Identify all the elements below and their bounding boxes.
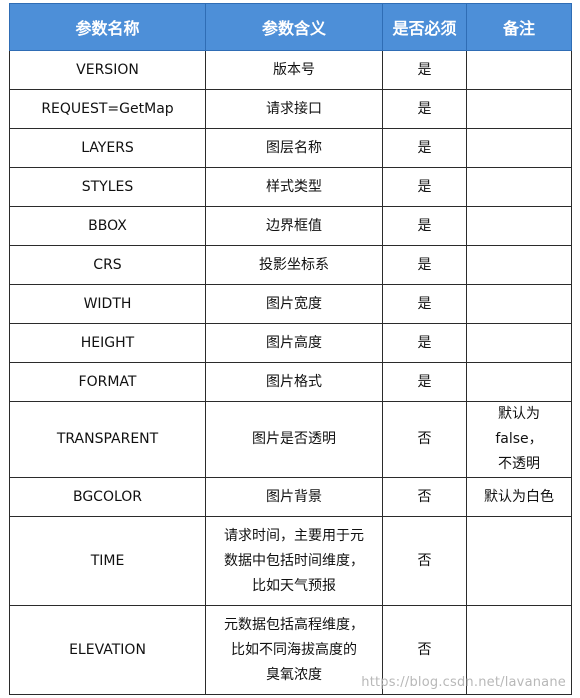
param-required-cell: 是 — [382, 50, 467, 90]
table-row: LAYERS 图层名称 是 — [9, 128, 572, 168]
table-row: TRANSPARENT 图片是否透明 否 默认为 false， 不透明 — [9, 401, 572, 478]
param-required-cell: 是 — [382, 323, 467, 363]
param-name-cell: HEIGHT — [9, 323, 206, 363]
param-meaning-cell: 请求接口 — [205, 89, 383, 129]
param-meaning-cell: 边界框值 — [205, 206, 383, 246]
header-param-name: 参数名称 — [9, 3, 206, 51]
param-meaning-cell: 样式类型 — [205, 167, 383, 207]
param-meaning-cell: 元数据包括高程维度， 比如不同海拔高度的 臭氧浓度 — [205, 605, 383, 695]
table-row: BGCOLOR 图片背景 否 默认为白色 — [9, 477, 572, 517]
param-note-cell — [466, 50, 572, 90]
header-param-meaning: 参数含义 — [205, 3, 383, 51]
param-meaning-cell: 图片背景 — [205, 477, 383, 517]
param-meaning-cell: 图片是否透明 — [205, 401, 383, 478]
param-name-cell: WIDTH — [9, 284, 206, 324]
param-required-cell: 是 — [382, 206, 467, 246]
table-row: WIDTH 图片宽度 是 — [9, 284, 572, 324]
param-note-cell — [466, 323, 572, 363]
param-required-cell: 否 — [382, 401, 467, 478]
table-row: TIME 请求时间，主要用于元 数据中包括时间维度， 比如天气预报 否 — [9, 516, 572, 606]
param-required-cell: 否 — [382, 477, 467, 517]
table-row: HEIGHT 图片高度 是 — [9, 323, 572, 363]
table-row: STYLES 样式类型 是 — [9, 167, 572, 207]
param-note-cell — [466, 284, 572, 324]
param-note-cell: 默认为白色 — [466, 477, 572, 517]
table-row: BBOX 边界框值 是 — [9, 206, 572, 246]
param-note-cell — [466, 128, 572, 168]
header-note: 备注 — [466, 3, 572, 51]
param-required-cell: 是 — [382, 362, 467, 402]
table-header-row: 参数名称 参数含义 是否必须 备注 — [9, 3, 572, 51]
param-name-cell: BBOX — [9, 206, 206, 246]
param-name-cell: FORMAT — [9, 362, 206, 402]
param-note-cell: 默认为 false， 不透明 — [466, 401, 572, 478]
param-note-cell — [466, 245, 572, 285]
param-meaning-cell: 投影坐标系 — [205, 245, 383, 285]
param-name-cell: BGCOLOR — [9, 477, 206, 517]
param-meaning-cell: 图片宽度 — [205, 284, 383, 324]
param-meaning-text: 元数据包括高程维度， 比如不同海拔高度的 臭氧浓度 — [224, 616, 364, 683]
param-meaning-cell: 图片格式 — [205, 362, 383, 402]
param-meaning-cell: 版本号 — [205, 50, 383, 90]
table-row: REQUEST=GetMap 请求接口 是 — [9, 89, 572, 129]
watermark-text: https://blog.csdn.net/lavanane — [361, 675, 566, 690]
param-note-cell — [466, 516, 572, 606]
param-name-cell: TIME — [9, 516, 206, 606]
parameter-table-container: 参数名称 参数含义 是否必须 备注 VERSION 版本号 是 REQUEST=… — [9, 3, 572, 695]
param-required-cell: 是 — [382, 89, 467, 129]
param-meaning-cell: 图层名称 — [205, 128, 383, 168]
param-name-cell: REQUEST=GetMap — [9, 89, 206, 129]
param-note-cell — [466, 89, 572, 129]
param-required-cell: 否 — [382, 516, 467, 606]
param-note-cell — [466, 206, 572, 246]
param-name-cell: CRS — [9, 245, 206, 285]
param-name-cell: LAYERS — [9, 128, 206, 168]
parameter-table: 参数名称 参数含义 是否必须 备注 VERSION 版本号 是 REQUEST=… — [9, 3, 572, 695]
param-note-text: 默认为 false， 不透明 — [495, 406, 543, 472]
param-required-cell: 是 — [382, 128, 467, 168]
param-meaning-cell: 图片高度 — [205, 323, 383, 363]
param-note-cell — [466, 362, 572, 402]
param-name-cell: ELEVATION — [9, 605, 206, 695]
param-meaning-text: 请求时间，主要用于元 数据中包括时间维度， 比如天气预报 — [224, 527, 364, 594]
param-required-cell: 是 — [382, 284, 467, 324]
param-name-cell: STYLES — [9, 167, 206, 207]
param-note-cell — [466, 167, 572, 207]
param-name-cell: VERSION — [9, 50, 206, 90]
param-required-cell: 是 — [382, 167, 467, 207]
header-required: 是否必须 — [382, 3, 467, 51]
param-required-cell: 是 — [382, 245, 467, 285]
param-name-cell: TRANSPARENT — [9, 401, 206, 478]
param-meaning-cell: 请求时间，主要用于元 数据中包括时间维度， 比如天气预报 — [205, 516, 383, 606]
table-row: VERSION 版本号 是 — [9, 50, 572, 90]
table-row: CRS 投影坐标系 是 — [9, 245, 572, 285]
table-row: FORMAT 图片格式 是 — [9, 362, 572, 402]
